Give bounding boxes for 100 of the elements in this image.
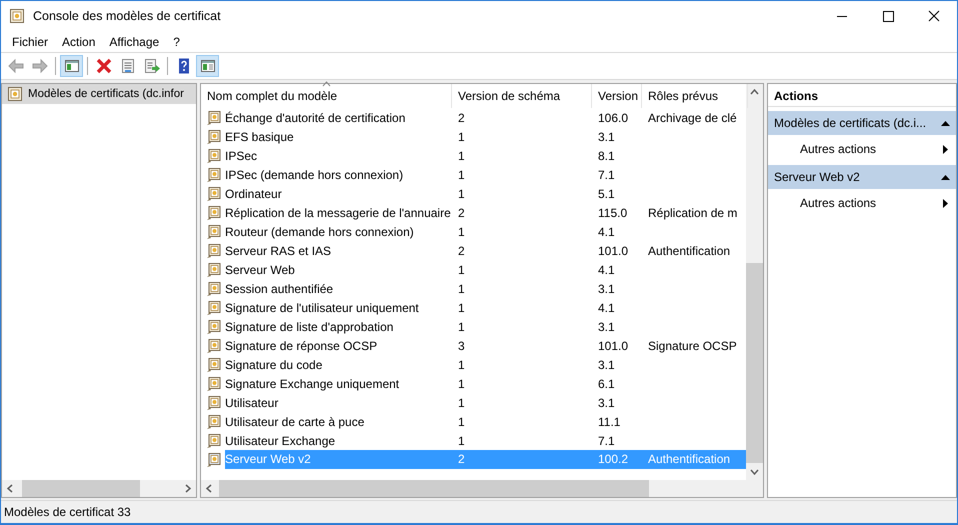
tree-pane-button[interactable] [60, 55, 83, 77]
version-cell-text: 4.1 [597, 300, 616, 314]
certificate-icon [7, 86, 23, 102]
submenu-arrow-icon [943, 144, 948, 154]
certificate-icon [206, 376, 222, 392]
version-cell-text: 4.1 [597, 262, 616, 276]
template-name-cell[interactable]: Ordinateur [225, 186, 282, 200]
version-cell-text: 3.1 [597, 130, 616, 144]
schema-version-cell-text: 1 [457, 376, 466, 390]
menu-item[interactable]: Affichage [102, 34, 166, 48]
version-cell-text: 7.1 [597, 434, 616, 448]
version-cell-text: 3.1 [597, 396, 616, 410]
version-cell-text: 3.1 [597, 358, 616, 372]
version-cell-text: 3.1 [597, 320, 616, 334]
template-name-cell[interactable]: Signature Exchange uniquement [225, 376, 400, 390]
template-name-cell[interactable]: Utilisateur de carte à puce [225, 414, 364, 428]
schema-version-cell-text: 1 [457, 186, 466, 200]
schema-version-cell-text: 1 [457, 300, 466, 314]
certificate-icon [206, 318, 222, 334]
certificate-icon [206, 394, 222, 410]
export-icon [142, 57, 160, 75]
schema-version-cell-text: 1 [457, 358, 466, 372]
pane-icon [62, 57, 80, 75]
schema-version-cell-text: 2 [457, 110, 466, 124]
scrollbar-thumb[interactable] [219, 480, 649, 497]
menu-item[interactable]: Fichier [5, 34, 56, 48]
version-cell-text: 5.1 [597, 186, 616, 200]
horizontal-scrollbar[interactable] [201, 480, 763, 497]
column-header[interactable]: Nom complet du modèle [201, 84, 452, 108]
action-section-header[interactable]: Serveur Web v2 [768, 165, 956, 189]
pane-icon [198, 57, 216, 75]
version-cell-text: 101.0 [597, 244, 630, 258]
column-header[interactable]: Version de schéma [452, 84, 592, 108]
certificate-icon [206, 262, 222, 278]
version-cell-text: 101.0 [597, 338, 630, 352]
schema-version-cell-text: 1 [457, 130, 466, 144]
template-name-cell[interactable]: Signature du code [225, 358, 322, 372]
menu-item[interactable]: Action [55, 34, 102, 48]
schema-version-cell: 2 [452, 450, 592, 469]
certificate-icon [206, 224, 222, 240]
schema-version-cell-text: 1 [457, 224, 466, 238]
delete-icon [94, 57, 112, 75]
template-name-cell[interactable]: Signature de réponse OCSP [225, 338, 378, 352]
column-header[interactable]: Version [592, 84, 642, 108]
certificate-icon [206, 414, 222, 430]
template-name-cell[interactable]: Signature de l'utilisateur uniquement [225, 300, 419, 314]
template-name-cell[interactable]: IPSec (demande hors connexion) [225, 168, 404, 182]
template-name-cell[interactable]: Utilisateur Exchange [225, 434, 336, 448]
scrollbar-thumb[interactable] [22, 480, 140, 497]
template-name-cell[interactable]: Échange d'autorité de certification [225, 110, 406, 124]
action-link[interactable]: Autres actions [768, 137, 956, 161]
tree-item[interactable]: Modèles de certificats (dc.infor [2, 84, 196, 104]
roles-cell-text: Réplication de m [647, 206, 738, 220]
schema-version-cell-text: 3 [457, 338, 466, 352]
action-section-header[interactable]: Modèles de certificats (dc.i... [768, 111, 956, 135]
version-cell: 100.2 [592, 450, 642, 469]
actions-pane-title: Actions [768, 84, 956, 107]
template-name-cell[interactable]: Serveur RAS et IAS [225, 244, 332, 258]
roles-cell-text: Authentification [647, 244, 732, 258]
app-icon [9, 8, 25, 24]
version-cell-text: 8.1 [597, 148, 616, 162]
template-name-cell[interactable]: Signature de liste d'approbation [225, 320, 394, 334]
certificate-icon [206, 242, 222, 258]
template-name-cell[interactable]: Serveur Web [225, 262, 295, 276]
template-name-cell[interactable]: Utilisateur [225, 396, 278, 410]
forward-arrow-icon [30, 57, 48, 75]
schema-version-cell-text: 1 [457, 396, 466, 410]
action-link[interactable]: Autres actions [768, 191, 956, 215]
certificate-icon [206, 204, 222, 220]
roles-cell-text: Archivage de clé [647, 110, 738, 124]
action-pane-button[interactable] [196, 55, 219, 77]
certificate-icon [206, 338, 222, 354]
schema-version-cell-text: 1 [457, 414, 466, 428]
template-name-cell[interactable]: Routeur (demande hors connexion) [225, 224, 414, 238]
schema-version-cell-text: 1 [457, 262, 466, 276]
schema-version-cell-text: 1 [457, 320, 466, 334]
certificate-icon [206, 166, 222, 182]
template-name-cell[interactable]: EFS basique [225, 130, 294, 144]
scrollbar-thumb[interactable] [746, 263, 763, 463]
vertical-scrollbar[interactable] [746, 84, 763, 480]
schema-version-cell-text: 1 [457, 148, 466, 162]
certificate-icon [206, 452, 222, 468]
sort-ascending-icon [322, 81, 331, 87]
version-cell-text: 6.1 [597, 376, 616, 390]
version-cell-text: 115.0 [597, 206, 628, 220]
certificate-icon [206, 128, 222, 144]
template-name-cell[interactable]: Réplication de la messagerie de l'annuaire [225, 206, 451, 220]
version-cell-text: 11.1 [597, 414, 622, 428]
certificate-icon [206, 300, 222, 316]
menu-item[interactable]: ? [166, 34, 187, 48]
version-cell-text: 3.1 [597, 282, 616, 296]
template-name-cell[interactable]: IPSec [225, 148, 258, 162]
horizontal-scrollbar[interactable] [2, 480, 196, 497]
template-name-cell[interactable]: Session authentifiée [225, 282, 334, 296]
version-cell-text: 106.0 [597, 110, 630, 124]
certificate-icon [206, 186, 222, 202]
certificate-icon [206, 148, 222, 164]
schema-version-cell-text: 1 [457, 168, 466, 182]
version-cell-text: 4.1 [597, 224, 616, 238]
roles-cell: Authentification [642, 450, 748, 469]
